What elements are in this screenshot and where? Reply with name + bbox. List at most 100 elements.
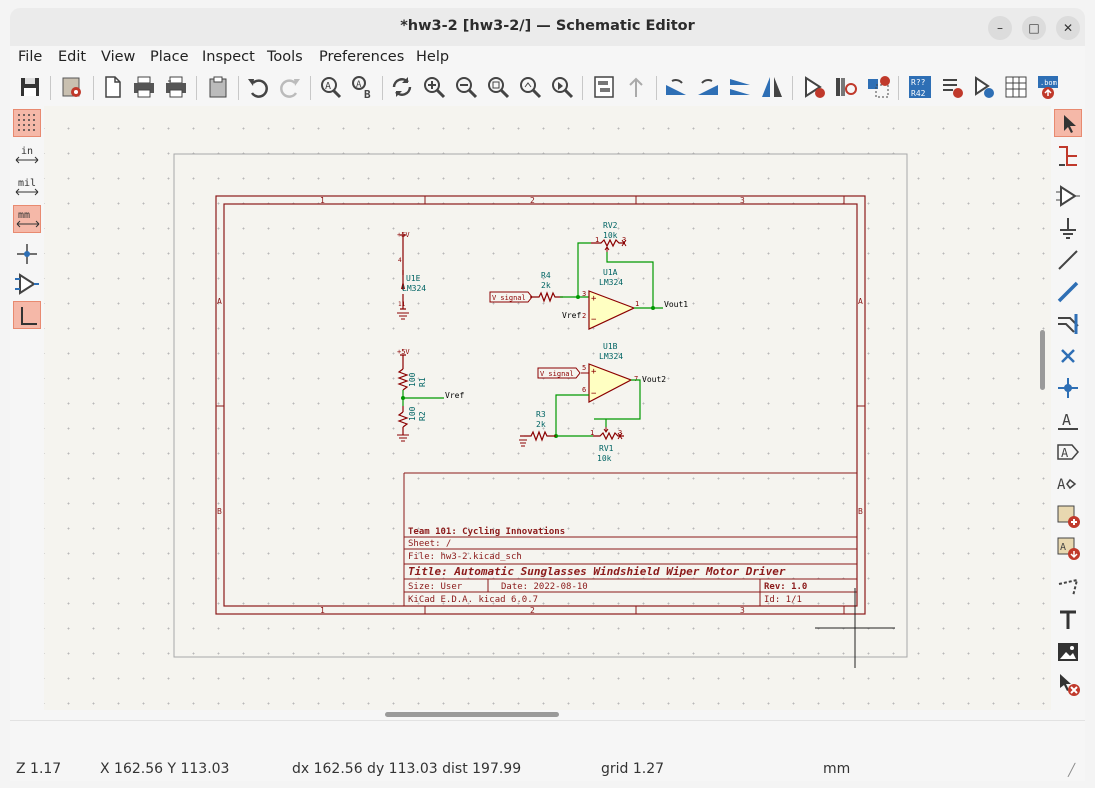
find-icon[interactable]: A	[316, 73, 344, 101]
horizontal-scrollbar[interactable]	[44, 710, 1051, 720]
horizontal-scroll-thumb[interactable]	[385, 712, 559, 717]
inches-icon[interactable]: in	[13, 142, 41, 170]
leave-sheet-icon[interactable]	[622, 73, 650, 101]
add-junction-icon[interactable]	[1054, 374, 1082, 402]
rv1-ref: RV1	[599, 444, 614, 453]
schematic-setup-icon[interactable]	[58, 73, 86, 101]
menu-inspect[interactable]: Inspect	[202, 49, 255, 65]
add-bus-entry-icon[interactable]	[1054, 310, 1082, 338]
r3-value: 2k	[536, 420, 546, 429]
symbol-editor-icon[interactable]	[800, 73, 828, 101]
add-symbol-icon[interactable]	[1054, 182, 1082, 210]
menu-file[interactable]: File	[18, 49, 42, 65]
add-global-label-icon[interactable]: A	[1054, 438, 1082, 466]
r3-ref: R3	[536, 410, 546, 419]
plot-icon[interactable]	[162, 73, 190, 101]
print-icon[interactable]	[130, 73, 158, 101]
symbol-library-browser-icon[interactable]	[832, 73, 860, 101]
title-company: Team 101: Cycling Innovations	[408, 526, 565, 537]
delta-status: dx 162.56 dy 113.03 dist 197.99	[292, 761, 522, 777]
opamp-minus: −	[591, 389, 597, 399]
menu-help[interactable]: Help	[416, 49, 449, 65]
resize-grip-icon[interactable]: ╱	[1068, 763, 1075, 777]
zoom-out-icon[interactable]	[452, 73, 480, 101]
u1a-circuit[interactable]: RV2 10k 1 3 R4 2k V_signal U1A LM324 + −…	[489, 221, 688, 330]
r4-ref: R4	[541, 271, 551, 280]
page-settings-icon[interactable]	[98, 73, 126, 101]
svg-text:mm: mm	[18, 210, 30, 221]
rotate-ccw-icon[interactable]	[662, 73, 690, 101]
line-mode-icon[interactable]	[13, 301, 41, 329]
highlight-net-icon[interactable]	[1054, 142, 1082, 170]
add-hier-label-icon[interactable]: A	[1054, 470, 1082, 498]
r2-value: 100	[408, 406, 417, 421]
minimize-icon[interactable]: –	[988, 16, 1012, 40]
pin-number: 1	[590, 429, 594, 437]
add-sheet-icon[interactable]	[1054, 502, 1082, 530]
refresh-icon[interactable]	[388, 73, 416, 101]
symbol-fields-table-icon[interactable]	[970, 73, 998, 101]
zoom-tool-icon[interactable]	[548, 73, 576, 101]
hidden-pins-icon[interactable]	[13, 270, 41, 298]
footprint-editor-icon[interactable]	[1002, 73, 1030, 101]
menu-edit[interactable]: Edit	[58, 49, 86, 65]
status-bar: Z 1.17 X 162.56 Y 113.03 dx 162.56 dy 11…	[10, 720, 1085, 781]
add-label-icon[interactable]: A	[1054, 406, 1082, 434]
voltage-divider[interactable]: +5V 100 R1 100 R2 Vref	[397, 348, 464, 442]
menu-preferences[interactable]: Preferences	[319, 49, 404, 65]
redo-icon[interactable]	[276, 73, 304, 101]
import-sheet-pin-icon[interactable]: A	[1054, 534, 1082, 562]
vertical-scroll-thumb[interactable]	[1040, 330, 1045, 390]
erc-icon[interactable]	[938, 73, 966, 101]
mirror-horizontal-icon[interactable]	[758, 73, 786, 101]
save-icon[interactable]	[16, 73, 44, 101]
grid-icon[interactable]	[13, 109, 41, 137]
menu-view[interactable]: View	[101, 49, 135, 65]
schematic-canvas[interactable]: 1 2 3 1 2 3 A B A B Team 101: Cycling In…	[44, 106, 1051, 710]
add-image-icon[interactable]	[1054, 638, 1082, 666]
undo-icon[interactable]	[244, 73, 272, 101]
window-titlebar: *hw3-2 [hw3-2/] — Schematic Editor – □ ✕	[10, 8, 1085, 47]
close-icon[interactable]: ✕	[1056, 16, 1080, 40]
svg-text:mil: mil	[18, 178, 36, 189]
add-power-icon[interactable]	[1054, 214, 1082, 242]
zoom-in-icon[interactable]	[420, 73, 448, 101]
add-bus-icon[interactable]	[1054, 278, 1082, 306]
menu-place[interactable]: Place	[150, 49, 189, 65]
pin-number: 4	[398, 257, 402, 264]
select-icon[interactable]	[1054, 109, 1082, 137]
units-status: mm	[823, 761, 851, 777]
add-graphic-line-icon[interactable]	[1054, 574, 1082, 602]
mils-icon[interactable]: mil	[13, 174, 41, 202]
maximize-icon[interactable]: □	[1022, 16, 1046, 40]
bom-icon[interactable]: .bom	[1034, 73, 1062, 101]
delete-icon[interactable]	[1054, 670, 1082, 698]
opamp-plus: +	[591, 367, 597, 377]
vref-net-label: Vref	[445, 391, 464, 400]
row-label: B	[858, 507, 863, 516]
u1e-value: LM324	[402, 284, 426, 293]
window-title: *hw3-2 [hw3-2/] — Schematic Editor	[400, 18, 695, 34]
add-wire-icon[interactable]	[1054, 246, 1082, 274]
footprint-assign-icon[interactable]	[864, 73, 892, 101]
mirror-vertical-icon[interactable]	[726, 73, 754, 101]
millimeters-icon[interactable]: mm	[13, 205, 41, 233]
find-replace-icon[interactable]: BA	[348, 73, 376, 101]
u1e-symbol[interactable]: +5V 4 11 U1E LM324	[397, 231, 426, 320]
zoom-fit-icon[interactable]	[484, 73, 512, 101]
paste-icon[interactable]	[204, 73, 232, 101]
col-label: 3	[740, 196, 745, 205]
cursor-crosshair	[815, 588, 895, 668]
cursor-crosshair-icon[interactable]	[13, 240, 41, 268]
hierarchy-navigator-icon[interactable]	[590, 73, 618, 101]
pin-number: 2	[582, 312, 586, 320]
u1a-ref: U1A	[603, 268, 618, 277]
zoom-objects-icon[interactable]	[516, 73, 544, 101]
annotate-icon[interactable]: R?? R42	[906, 73, 934, 101]
u1e-ref: U1E	[406, 274, 421, 283]
rotate-cw-icon[interactable]	[694, 73, 722, 101]
add-text-icon[interactable]	[1054, 606, 1082, 634]
menu-tools[interactable]: Tools	[267, 49, 303, 65]
u1b-circuit[interactable]: U1B LM324 + − 5 6 7 V_signal Vout2 R3 2k	[519, 342, 666, 463]
no-connect-icon[interactable]	[1054, 342, 1082, 370]
